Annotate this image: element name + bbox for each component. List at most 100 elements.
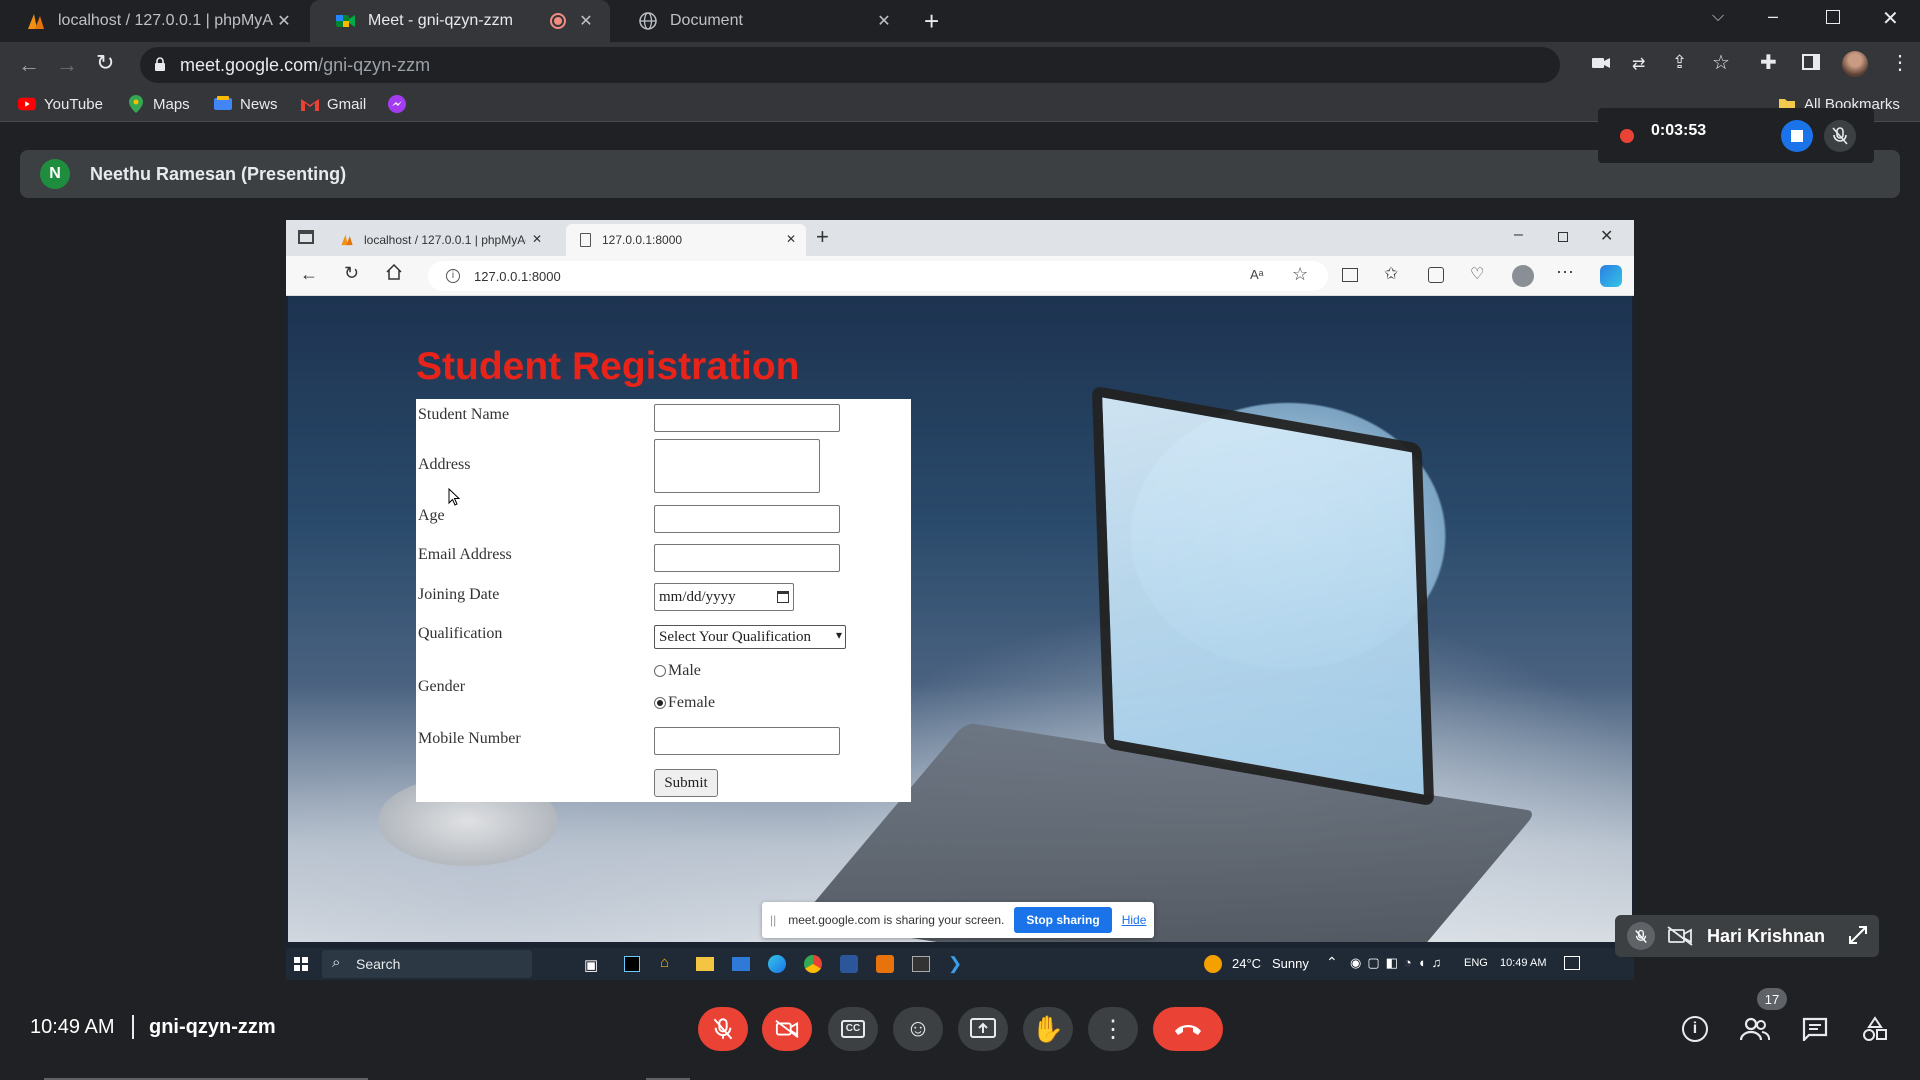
joining-date-field[interactable]: mm/dd/yyyy <box>654 583 794 611</box>
leave-call-button[interactable] <box>1153 1007 1223 1051</box>
tab-phpmyadmin[interactable]: localhost / 127.0.0.1 | phpMyAdr ✕ <box>0 0 308 42</box>
raise-hand-button[interactable]: ✋ <box>1023 1007 1073 1051</box>
age-field[interactable] <box>654 505 840 533</box>
share-icon[interactable]: ⇪ <box>1672 52 1687 73</box>
reload-icon[interactable]: ↻ <box>344 263 359 284</box>
bookmark-star-icon[interactable]: ☆ <box>1712 50 1730 75</box>
radio-unchecked-icon[interactable] <box>654 665 666 677</box>
email-field[interactable] <box>654 544 840 572</box>
forward-icon[interactable]: → <box>56 52 78 78</box>
submit-button[interactable]: Submit <box>654 769 718 797</box>
address-field[interactable] <box>654 439 820 493</box>
favorites-icon[interactable]: ✩ <box>1384 264 1398 284</box>
stop-recording-button[interactable] <box>1781 120 1813 152</box>
camera-toggle-button[interactable] <box>762 1007 812 1051</box>
browser-essentials-icon[interactable]: ♡ <box>1470 264 1484 284</box>
bookmark-maps[interactable]: Maps <box>127 95 190 113</box>
windows-start-icon[interactable] <box>294 957 308 971</box>
pycharm-icon[interactable] <box>624 956 640 972</box>
mail-icon[interactable] <box>732 957 750 971</box>
avatar[interactable] <box>1842 51 1868 77</box>
more-icon[interactable]: ⋯ <box>1556 262 1574 283</box>
terminal-icon[interactable] <box>912 956 930 972</box>
meeting-details-button[interactable]: i <box>1678 1012 1712 1046</box>
taskbar-search[interactable]: ⌕ Search <box>322 950 532 978</box>
calendar-icon[interactable] <box>777 591 789 603</box>
close-window-button[interactable]: ✕ <box>1600 226 1613 246</box>
chat-button[interactable] <box>1798 1012 1832 1046</box>
address-bar[interactable]: meet.google.com/gni-qzyn-zzm <box>140 47 1610 83</box>
chrome-icon[interactable] <box>804 955 822 973</box>
edge-address-bar[interactable]: i 127.0.0.1:8000 <box>428 261 1328 291</box>
new-tab-button[interactable]: + <box>924 6 939 37</box>
language-indicator[interactable]: ENG <box>1464 957 1488 969</box>
reload-icon[interactable]: ↻ <box>96 50 114 76</box>
menu-icon[interactable]: ⋮ <box>1890 50 1910 75</box>
drag-handle-icon[interactable]: || <box>770 913 776 927</box>
expand-icon[interactable] <box>1847 924 1869 946</box>
gender-female-option[interactable]: Female <box>654 694 715 712</box>
edge-tab-phpmyadmin[interactable]: localhost / 127.0.0.1 | phpMyAdr ✕ <box>328 224 548 256</box>
close-icon[interactable]: ✕ <box>532 232 542 246</box>
back-icon[interactable]: ← <box>300 264 318 285</box>
copilot-icon[interactable] <box>1600 265 1622 287</box>
present-screen-button[interactable] <box>958 1007 1008 1051</box>
tab-actions-icon[interactable] <box>298 230 314 244</box>
captions-button[interactable]: CC <box>828 1007 878 1051</box>
app-icon[interactable]: ⌂ <box>660 954 669 971</box>
gender-male-option[interactable]: Male <box>654 662 701 680</box>
bookmark-youtube[interactable]: YouTube <box>18 95 103 113</box>
activities-button[interactable] <box>1858 1012 1892 1046</box>
bookmark-news[interactable]: News <box>214 95 278 113</box>
side-panel-icon[interactable] <box>1802 54 1820 70</box>
back-icon[interactable]: ← <box>18 52 40 78</box>
edge-icon[interactable] <box>768 955 786 973</box>
student-name-field[interactable] <box>654 404 840 432</box>
tab-document[interactable]: Document ✕ <box>612 0 908 42</box>
translate-icon[interactable]: ⇄ <box>1632 54 1645 74</box>
home-icon[interactable] <box>386 264 402 280</box>
restore-button[interactable] <box>1558 232 1568 242</box>
qualification-select[interactable]: Select Your Qualification ▾ <box>654 625 846 649</box>
hide-link[interactable]: Hide <box>1122 913 1147 927</box>
collections-icon[interactable] <box>1428 267 1444 283</box>
reactions-button[interactable]: ☺ <box>893 1007 943 1051</box>
close-icon[interactable]: ✕ <box>874 11 894 31</box>
favorite-star-icon[interactable]: ☆ <box>1292 264 1308 285</box>
mic-off-icon[interactable] <box>1824 120 1856 152</box>
edge-tab-localhost[interactable]: 127.0.0.1:8000 ✕ <box>566 224 806 256</box>
close-icon[interactable]: ✕ <box>274 11 294 31</box>
info-icon[interactable]: i <box>446 269 460 283</box>
close-window-button[interactable]: ✕ <box>1882 6 1899 31</box>
task-view-icon[interactable]: ▣ <box>584 956 598 974</box>
taskbar-clock[interactable]: 10:49 AM <box>1500 957 1546 969</box>
more-options-button[interactable]: ⋮ <box>1088 1007 1138 1051</box>
restore-button[interactable] <box>1826 10 1840 24</box>
camera-icon[interactable] <box>1592 56 1610 70</box>
people-button[interactable] <box>1738 1012 1772 1046</box>
tab-meet[interactable]: Meet - gni-qzyn-zzm ✕ <box>310 0 610 42</box>
minimize-button[interactable]: – <box>1768 6 1778 27</box>
word-icon[interactable] <box>840 955 858 973</box>
bookmark-messenger[interactable] <box>388 95 414 113</box>
chevron-down-icon[interactable]: ⌵ <box>1712 8 1724 26</box>
close-icon[interactable]: ✕ <box>786 232 796 246</box>
radio-checked-icon[interactable] <box>654 697 666 709</box>
microphone-toggle-button[interactable] <box>698 1007 748 1051</box>
read-aloud-icon[interactable]: Aᵃ <box>1250 267 1264 282</box>
camera-off-icon <box>1667 926 1693 946</box>
vscode-icon[interactable]: ❯ <box>948 954 962 974</box>
new-tab-button[interactable]: + <box>816 224 829 250</box>
stop-sharing-button[interactable]: Stop sharing <box>1014 907 1112 933</box>
minimize-button[interactable]: – <box>1514 226 1523 244</box>
tray-chevron-icon[interactable]: ⌃ <box>1326 954 1338 971</box>
extensions-icon[interactable]: ✚ <box>1760 50 1777 75</box>
notifications-icon[interactable] <box>1564 956 1580 970</box>
bookmark-gmail[interactable]: Gmail <box>301 95 366 113</box>
file-explorer-icon[interactable] <box>696 957 714 971</box>
mobile-number-field[interactable] <box>654 727 840 755</box>
split-screen-icon[interactable] <box>1342 268 1358 282</box>
close-icon[interactable]: ✕ <box>576 11 596 31</box>
avatar[interactable] <box>1512 265 1534 287</box>
app-icon-orange[interactable] <box>876 955 894 973</box>
